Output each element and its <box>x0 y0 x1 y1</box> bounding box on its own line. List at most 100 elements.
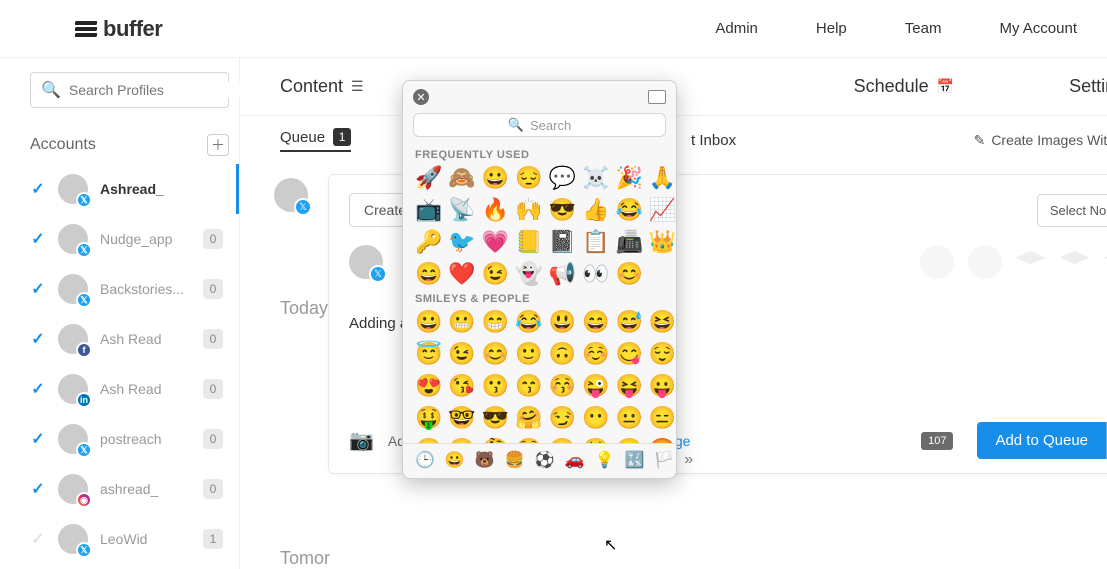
target-stack[interactable] <box>1016 251 1046 273</box>
add-to-queue-button[interactable]: Add to Queue <box>977 422 1106 459</box>
emoji[interactable]: 🎉 <box>615 165 642 191</box>
emoji-category[interactable]: 💡 <box>595 450 615 470</box>
emoji[interactable]: 😬 <box>448 309 475 335</box>
emoji[interactable]: 😔 <box>515 165 542 191</box>
emoji[interactable]: 📢 <box>549 261 576 287</box>
emoji[interactable]: ☺️ <box>582 341 609 367</box>
emoji-category[interactable]: » <box>684 451 693 469</box>
emoji[interactable]: 📋 <box>582 229 609 255</box>
sidebar-account[interactable]: ✓ f Ash Read 0 <box>30 314 229 364</box>
emoji-category[interactable]: ⚽ <box>535 450 555 470</box>
emoji[interactable]: 😏 <box>549 405 576 431</box>
brand-logo[interactable]: buffer <box>75 16 162 42</box>
emoji[interactable]: 😘 <box>448 373 475 399</box>
emoji[interactable]: 😜 <box>582 373 609 399</box>
emoji[interactable]: 📺 <box>415 197 442 223</box>
emoji[interactable]: 😌 <box>649 341 676 367</box>
emoji[interactable]: 😂 <box>615 197 642 223</box>
emoji[interactable]: 📈 <box>649 197 676 223</box>
emoji[interactable]: 😁 <box>482 309 509 335</box>
target-account[interactable] <box>920 245 954 279</box>
emoji[interactable]: 🤓 <box>448 405 475 431</box>
keyboard-icon[interactable] <box>648 90 666 104</box>
emoji[interactable]: 😅 <box>615 309 642 335</box>
subtab-inbox[interactable]: t Inbox <box>691 132 736 149</box>
emoji[interactable]: 😋 <box>615 341 642 367</box>
emoji[interactable]: 🔑 <box>415 229 442 255</box>
emoji[interactable]: 😐 <box>615 405 642 431</box>
emoji[interactable]: 📒 <box>515 229 542 255</box>
close-icon[interactable]: ✕ <box>413 89 429 105</box>
emoji[interactable]: 😀 <box>482 165 509 191</box>
camera-icon[interactable]: 📷 <box>349 428 374 453</box>
emoji[interactable]: 😒 <box>415 437 442 443</box>
emoji[interactable]: 😍 <box>415 373 442 399</box>
emoji[interactable]: 🙈 <box>448 165 475 191</box>
emoji[interactable]: 😀 <box>415 309 442 335</box>
emoji[interactable]: 👀 <box>582 261 609 287</box>
emoji[interactable]: 😉 <box>482 261 509 287</box>
sidebar-account[interactable]: ✓ 𝕏 postreach 0 <box>30 414 229 464</box>
target-stack[interactable] <box>1060 251 1090 273</box>
subtab-queue[interactable]: Queue 1 <box>280 128 351 152</box>
emoji[interactable]: 😎 <box>549 197 576 223</box>
sidebar-account[interactable]: ✓ 𝕏 Nudge_app 0 <box>30 214 229 264</box>
emoji[interactable]: 😉 <box>448 341 475 367</box>
emoji[interactable]: 😠 <box>615 437 642 443</box>
emoji[interactable]: 😇 <box>415 341 442 367</box>
emoji[interactable]: 😑 <box>649 405 676 431</box>
emoji[interactable]: 🙄 <box>448 437 475 443</box>
emoji[interactable]: 📠 <box>615 229 642 255</box>
emoji[interactable]: 🐦 <box>448 229 475 255</box>
search-input[interactable] <box>69 82 250 98</box>
tab-schedule[interactable]: Schedule 📅 <box>854 76 955 97</box>
emoji-category[interactable]: 🚗 <box>565 450 585 470</box>
sidebar-account[interactable]: ✓ 𝕏 Ashread_ <box>30 164 239 214</box>
emoji-category[interactable]: 🍔 <box>505 450 525 470</box>
emoji[interactable]: 😄 <box>415 261 442 287</box>
emoji[interactable]: 💬 <box>549 165 576 191</box>
emoji[interactable]: 📓 <box>549 229 576 255</box>
emoji[interactable]: 😂 <box>515 309 542 335</box>
emoji[interactable]: 😗 <box>482 373 509 399</box>
emoji[interactable]: 😊 <box>482 341 509 367</box>
emoji-category[interactable]: 🕒 <box>415 450 435 470</box>
emoji[interactable]: 😃 <box>549 309 576 335</box>
emoji[interactable]: 💗 <box>482 229 509 255</box>
emoji[interactable]: 📡 <box>448 197 475 223</box>
sidebar-account[interactable]: ✓ 𝕏 Backstories... 0 <box>30 264 229 314</box>
emoji[interactable]: 😊 <box>615 261 642 287</box>
emoji[interactable]: 😡 <box>649 437 676 443</box>
emoji[interactable]: 🤔 <box>482 437 509 443</box>
target-account[interactable] <box>968 245 1002 279</box>
emoji-category[interactable]: 😀 <box>445 450 465 470</box>
emoji-category[interactable]: 🐻 <box>475 450 495 470</box>
emoji-category[interactable]: 🏳️ <box>654 450 674 470</box>
emoji[interactable]: 🚀 <box>415 165 442 191</box>
emoji[interactable]: 🔥 <box>482 197 509 223</box>
emoji[interactable]: 😙 <box>515 373 542 399</box>
emoji[interactable]: 🙂 <box>515 341 542 367</box>
emoji[interactable]: 👻 <box>515 261 542 287</box>
emoji[interactable]: ❤️ <box>448 261 475 287</box>
emoji[interactable]: 😟 <box>582 437 609 443</box>
sidebar-account[interactable]: ✓ in Ash Read 0 <box>30 364 229 414</box>
emoji[interactable]: 😚 <box>549 373 576 399</box>
select-none-button[interactable]: Select None <box>1037 194 1107 227</box>
add-account-button[interactable]: ＋ <box>207 134 229 156</box>
emoji[interactable]: 😳 <box>515 437 542 443</box>
emoji[interactable]: 😆 <box>649 309 676 335</box>
sidebar-account[interactable]: ✓ ◉ ashread_ 0 <box>30 464 229 514</box>
nav-admin[interactable]: Admin <box>715 20 758 37</box>
emoji[interactable]: 🙃 <box>549 341 576 367</box>
emoji[interactable]: 😶 <box>582 405 609 431</box>
sidebar-account[interactable]: ✓ 𝕏 LeoWid 1 <box>30 514 229 564</box>
emoji[interactable]: 👑 <box>649 229 676 255</box>
emoji-category[interactable]: 🔣 <box>624 450 644 470</box>
emoji[interactable]: 😝 <box>615 373 642 399</box>
search-profiles[interactable]: 🔍 <box>30 72 229 108</box>
nav-my-account[interactable]: My Account <box>999 20 1077 37</box>
emoji[interactable]: 😎 <box>482 405 509 431</box>
emoji[interactable]: ☠️ <box>582 165 609 191</box>
emoji[interactable]: 😄 <box>582 309 609 335</box>
